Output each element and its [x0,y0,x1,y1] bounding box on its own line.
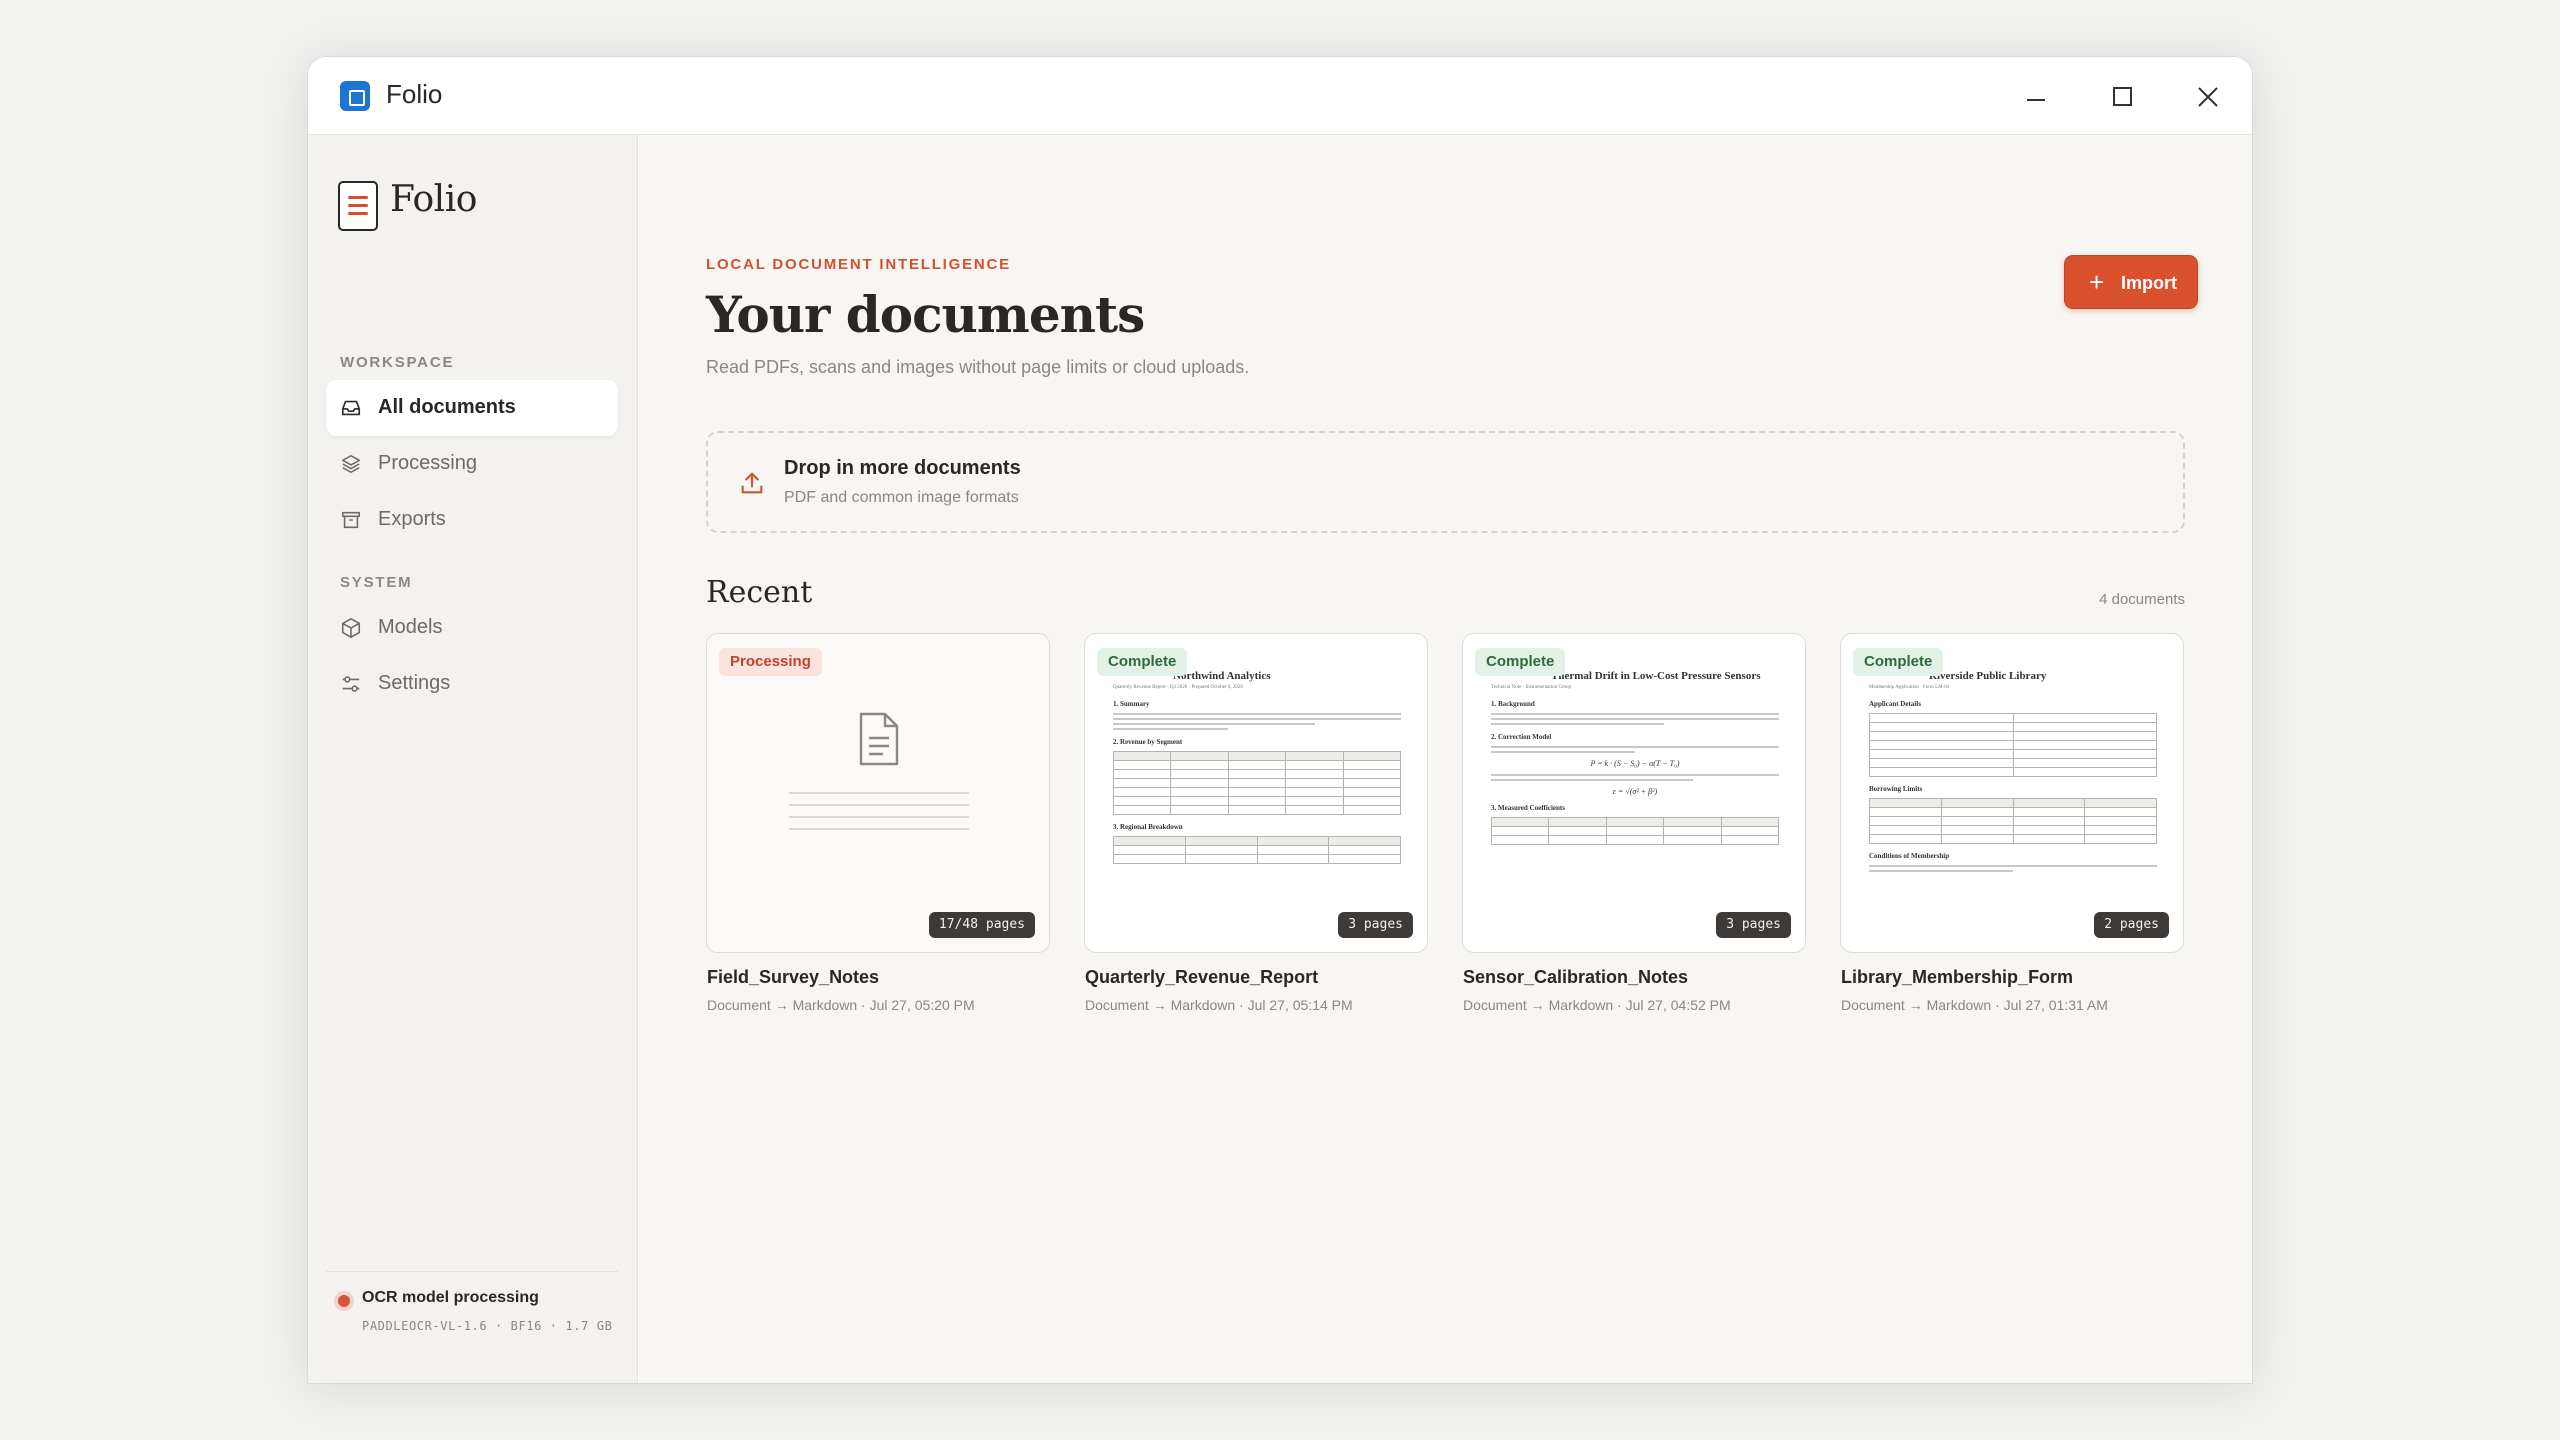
document-meta: Document → Markdown · Jul 27, 05:14 PM [1085,997,1353,1013]
document-thumbnail: Northwind Analytics Quarterly Revenue Re… [1112,670,1402,952]
drop-zone-subtitle: PDF and common image formats [784,489,1019,506]
page-subtitle: Read PDFs, scans and images without page… [706,357,1250,377]
minimize-icon [2027,99,2045,101]
import-button[interactable]: + Import [2064,255,2198,309]
formula: P = k · (S − S₀) − α(T − T₀) [1590,759,1680,768]
drop-zone[interactable]: Drop in more documents PDF and common im… [706,431,2185,533]
page-count-badge: 2 pages [2094,912,2169,938]
document-card[interactable]: Riverside Public Library Membership Appl… [1840,633,2184,953]
sidebar-item-all-documents[interactable]: All documents [326,380,618,436]
plus-icon: + [2089,267,2105,297]
close-icon [2198,87,2218,107]
cube-icon [341,618,361,638]
section-label-system: SYSTEM [340,574,413,591]
close-button[interactable] [2188,77,2228,117]
document-name[interactable]: Library_Membership_Form [1841,967,2073,988]
status-badge: Complete [1475,648,1566,676]
section-label-workspace: WORKSPACE [340,354,455,371]
status-badge: Complete [1097,648,1188,676]
page-count-badge: 3 pages [1716,912,1791,938]
sidebar-item-label: Models [378,616,443,638]
sidebar-item-processing[interactable]: Processing [326,436,618,492]
import-label: Import [2121,273,2177,293]
sidebar: Folio WORKSPACE All documents Processing… [308,135,638,1383]
document-card[interactable]: Thermal Drift in Low-Cost Pressure Senso… [1462,633,1806,953]
minimize-button[interactable] [2016,77,2056,117]
sidebar-item-label: All documents [378,396,516,418]
formula: ε = √(σ² + β²) [1612,787,1658,796]
document-name[interactable]: Quarterly_Revenue_Report [1085,967,1318,988]
app-icon [340,81,370,111]
document-meta: Document → Markdown · Jul 27, 01:31 AM [1841,997,2108,1013]
document-count: 4 documents [2099,591,2185,608]
archive-icon [341,511,361,529]
sidebar-item-settings[interactable]: Settings [326,656,618,712]
folio-logo-icon [338,181,378,231]
drop-zone-title: Drop in more documents [784,457,1021,479]
layers-icon [341,454,361,474]
title-bar: Folio [308,57,2252,135]
status-dot [338,1295,350,1307]
sidebar-footer-divider [326,1271,618,1272]
page-title: Your documents [706,285,1145,344]
window-title: Folio [386,79,443,109]
document-meta: Document → Markdown · Jul 27, 05:20 PM [707,997,975,1013]
sidebar-item-label: Processing [378,452,477,474]
page-count-badge: 17/48 pages [928,912,1035,938]
maximize-button[interactable] [2102,77,2142,117]
document-name[interactable]: Field_Survey_Notes [707,967,879,988]
sidebar-item-models[interactable]: Models [326,600,618,656]
main-content: LOCAL DOCUMENT INTELLIGENCE Your documen… [639,135,2252,1383]
eyebrow-label: LOCAL DOCUMENT INTELLIGENCE [706,256,1011,273]
upload-icon [741,472,763,494]
sliders-icon [342,676,360,692]
document-meta: Document → Markdown · Jul 27, 04:52 PM [1463,997,1731,1013]
document-name[interactable]: Sensor_Calibration_Notes [1463,967,1688,988]
document-thumbnail: Thermal Drift in Low-Cost Pressure Senso… [1490,670,1780,952]
sidebar-logo-text: Folio [390,179,477,220]
recent-heading: Recent [706,575,813,610]
inbox-icon [341,400,361,416]
model-info: PADDLEOCR-VL-1.6 · BF16 · 1.7 GB [362,1319,613,1333]
model-status-label: OCR model processing [362,1289,539,1306]
app-window: Folio Folio WORKSPACE All documents Proc… [308,57,2252,1383]
status-badge: Processing [719,648,822,676]
document-placeholder [707,634,1049,952]
document-thumbnail: Riverside Public Library Membership Appl… [1869,670,2157,952]
sidebar-item-label: Exports [378,508,446,530]
maximize-icon [2113,87,2132,106]
sidebar-item-exports[interactable]: Exports [326,492,618,548]
document-card[interactable]: Processing 17/48 pages [706,633,1050,953]
file-icon [859,712,899,766]
sidebar-item-label: Settings [378,672,451,694]
status-badge: Complete [1853,648,1944,676]
page-count-badge: 3 pages [1338,912,1413,938]
document-card[interactable]: Northwind Analytics Quarterly Revenue Re… [1084,633,1428,953]
